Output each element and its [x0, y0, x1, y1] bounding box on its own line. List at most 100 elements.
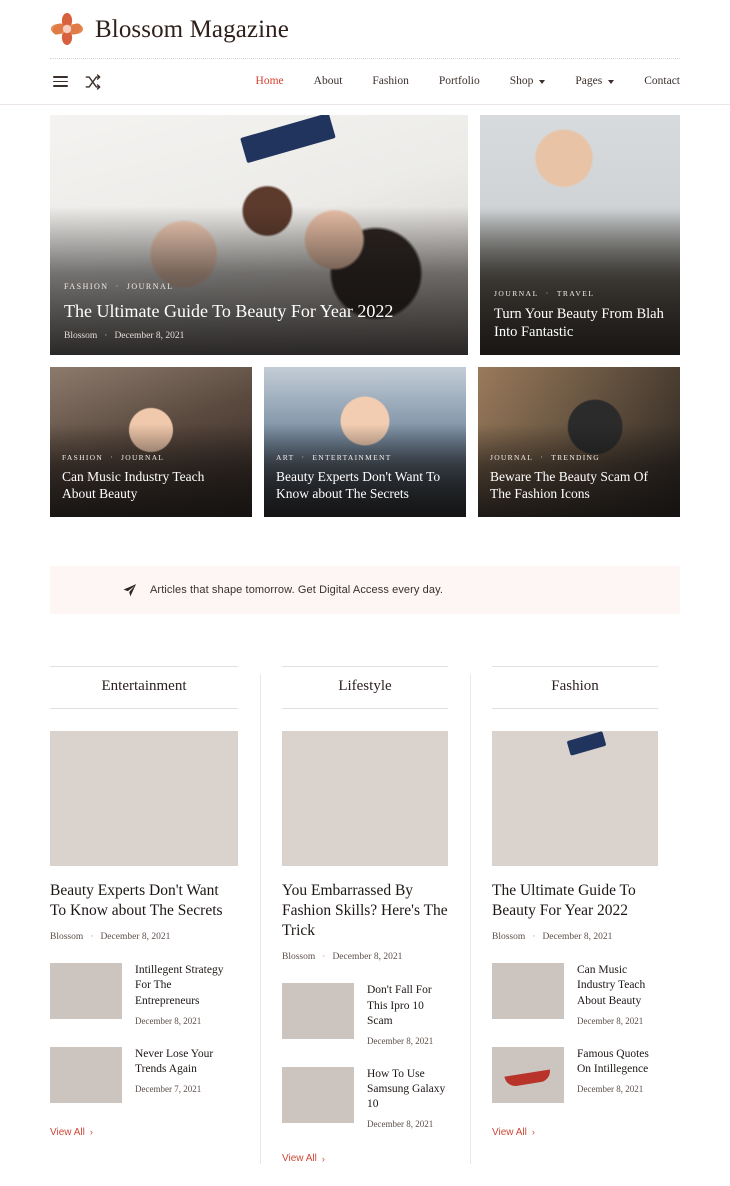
- category-label[interactable]: ENTERTAINMENT: [312, 453, 391, 462]
- column-heading: Lifestyle: [282, 666, 448, 709]
- article-title[interactable]: Intillegent Strategy For The Entrepreneu…: [135, 963, 238, 1009]
- hero-main-title[interactable]: The Ultimate Guide To Beauty For Year 20…: [64, 300, 454, 323]
- featured-card-title[interactable]: Can Music Industry Teach About Beauty: [62, 469, 240, 503]
- meta-separator: ·: [322, 952, 326, 963]
- featured-card[interactable]: FASHION · JOURNAL Can Music Industry Tea…: [50, 367, 252, 517]
- category-columns: Entertainment Beauty Experts Don't Want …: [50, 666, 680, 1165]
- site-logo[interactable]: Blossom Magazine: [50, 12, 289, 46]
- meta-separator: ·: [532, 932, 536, 943]
- nav-label: Fashion: [372, 74, 409, 87]
- article-title[interactable]: Never Lose Your Trends Again: [135, 1047, 238, 1077]
- featured-article[interactable]: Beauty Experts Don't Want To Know about …: [50, 731, 238, 942]
- promo-text: Articles that shape tomorrow. Get Digita…: [150, 584, 444, 596]
- featured-article[interactable]: The Ultimate Guide To Beauty For Year 20…: [492, 731, 658, 942]
- list-item[interactable]: Never Lose Your Trends Again December 7,…: [50, 1046, 238, 1103]
- list-item[interactable]: Don't Fall For This Ipro 10 Scam Decembe…: [282, 983, 448, 1046]
- featured-card[interactable]: ART · ENTERTAINMENT Beauty Experts Don't…: [264, 367, 466, 517]
- article-meta: Blossom · December 8, 2021: [492, 932, 658, 942]
- publish-date: December 7, 2021: [135, 1084, 202, 1095]
- shuffle-icon[interactable]: [84, 73, 102, 91]
- site-title: Blossom Magazine: [95, 15, 289, 43]
- hero-main-card[interactable]: FASHION · JOURNAL The Ultimate Guide To …: [50, 115, 468, 355]
- article-thumbnail: [492, 963, 564, 1020]
- author-name[interactable]: Blossom: [64, 331, 97, 341]
- category-label[interactable]: JOURNAL: [490, 453, 533, 462]
- featured-card-title[interactable]: Beauty Experts Don't Want To Know about …: [276, 469, 454, 503]
- author-name[interactable]: Blossom: [282, 952, 315, 962]
- list-item[interactable]: How To Use Samsung Galaxy 10 December 8,…: [282, 1066, 448, 1129]
- featured-card-title[interactable]: Beware The Beauty Scam Of The Fashion Ic…: [490, 469, 668, 503]
- category-label[interactable]: ART: [276, 453, 294, 462]
- nav-item-shop[interactable]: Shop: [495, 74, 561, 88]
- publish-date: December 8, 2021: [367, 1035, 434, 1046]
- chevron-right-icon: ›: [89, 1127, 93, 1138]
- nav-item-home[interactable]: Home: [241, 74, 299, 88]
- nav-item-portfolio[interactable]: Portfolio: [424, 75, 495, 88]
- category-label[interactable]: JOURNAL: [494, 289, 539, 298]
- featured-card[interactable]: JOURNAL · TRENDING Beware The Beauty Sca…: [478, 367, 680, 517]
- nav-label: Home: [255, 74, 284, 87]
- hero-side-title[interactable]: Turn Your Beauty From Blah Into Fantasti…: [494, 305, 666, 341]
- chevron-down-icon: [539, 79, 546, 84]
- view-all-link[interactable]: View All ›: [492, 1127, 658, 1138]
- list-item[interactable]: Can Music Industry Teach About Beauty De…: [492, 963, 658, 1026]
- hamburger-menu-icon[interactable]: [50, 72, 70, 92]
- publish-date: December 8, 2021: [114, 331, 185, 341]
- publish-date: December 8, 2021: [577, 1084, 644, 1095]
- article-title[interactable]: How To Use Samsung Galaxy 10: [367, 1067, 448, 1113]
- view-all-link[interactable]: View All ›: [282, 1153, 448, 1164]
- view-all-link[interactable]: View All ›: [50, 1127, 238, 1138]
- article-thumbnail: [282, 1066, 354, 1123]
- featured-article[interactable]: You Embarrassed By Fashion Skills? Here'…: [282, 731, 448, 962]
- chevron-right-icon: ›: [321, 1153, 325, 1164]
- category-separator: ·: [545, 288, 550, 298]
- nav-item-fashion[interactable]: Fashion: [357, 74, 423, 88]
- page-content: FASHION · JOURNAL The Ultimate Guide To …: [0, 115, 730, 517]
- article-title[interactable]: Can Music Industry Teach About Beauty: [577, 963, 658, 1009]
- category-column-lifestyle: Lifestyle You Embarrassed By Fashion Ski…: [260, 666, 470, 1165]
- list-item[interactable]: Famous Quotes On Intillegence December 8…: [492, 1046, 658, 1103]
- article-thumbnail: [50, 1046, 122, 1103]
- meta-separator: ·: [90, 932, 94, 943]
- article-title[interactable]: Don't Fall For This Ipro 10 Scam: [367, 983, 448, 1029]
- article-thumbnail: [282, 983, 354, 1040]
- category-separator: ·: [540, 453, 545, 463]
- category-label[interactable]: JOURNAL: [127, 282, 174, 291]
- article-meta: Blossom · December 8, 2021: [64, 331, 454, 341]
- article-title[interactable]: You Embarrassed By Fashion Skills? Here'…: [282, 881, 448, 941]
- article-title[interactable]: The Ultimate Guide To Beauty For Year 20…: [492, 881, 658, 921]
- article-title[interactable]: Famous Quotes On Intillegence: [577, 1047, 658, 1077]
- category-list: JOURNAL · TRAVEL: [494, 289, 666, 298]
- author-name[interactable]: Blossom: [50, 932, 83, 942]
- nav-item-contact[interactable]: Contact: [629, 74, 680, 88]
- article-thumbnail: [492, 731, 658, 866]
- publish-date: December 8, 2021: [542, 932, 613, 943]
- article-meta: Blossom · December 8, 2021: [50, 932, 238, 942]
- category-label[interactable]: TRAVEL: [557, 289, 595, 298]
- nav-label: Contact: [644, 74, 680, 87]
- hero-side-card[interactable]: JOURNAL · TRAVEL Turn Your Beauty From B…: [480, 115, 680, 355]
- category-label[interactable]: TRENDING: [551, 453, 600, 462]
- category-label[interactable]: JOURNAL: [121, 453, 164, 462]
- publish-date: December 8, 2021: [135, 1015, 202, 1026]
- article-title[interactable]: Beauty Experts Don't Want To Know about …: [50, 881, 238, 921]
- paper-plane-icon: [122, 583, 137, 598]
- promo-wrap: Articles that shape tomorrow. Get Digita…: [0, 566, 730, 614]
- category-list: JOURNAL · TRENDING: [490, 453, 668, 462]
- list-item[interactable]: Intillegent Strategy For The Entrepreneu…: [50, 963, 238, 1026]
- column-heading: Fashion: [492, 666, 658, 709]
- author-name[interactable]: Blossom: [492, 932, 525, 942]
- nav-item-pages[interactable]: Pages: [560, 75, 629, 88]
- chevron-down-icon: [608, 79, 615, 84]
- category-separator: ·: [110, 453, 115, 463]
- nav-label: Shop: [509, 74, 534, 87]
- category-label[interactable]: FASHION: [64, 282, 109, 291]
- article-thumbnail: [492, 1046, 564, 1103]
- category-column-fashion: Fashion The Ultimate Guide To Beauty For…: [470, 666, 680, 1165]
- flower-icon: [50, 12, 84, 46]
- category-label[interactable]: FASHION: [62, 453, 103, 462]
- publish-date: December 8, 2021: [100, 932, 171, 943]
- site-header: Blossom Magazine: [0, 0, 730, 58]
- nav-item-about[interactable]: About: [299, 75, 358, 88]
- category-column-entertainment: Entertainment Beauty Experts Don't Want …: [50, 666, 260, 1164]
